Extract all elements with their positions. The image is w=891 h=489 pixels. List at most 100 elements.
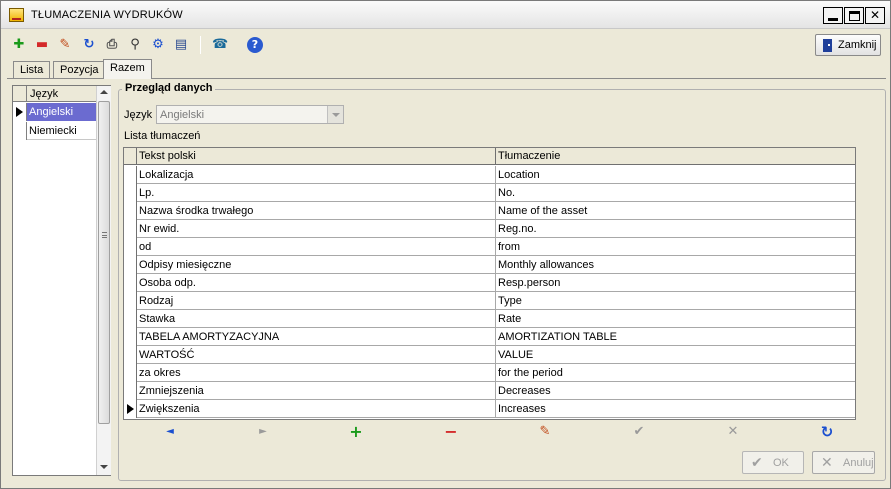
nav-prior-button[interactable]: ◄ (159, 424, 181, 440)
row-indicator (124, 292, 137, 310)
nav-cancel-button[interactable]: ✕ (722, 424, 744, 440)
table-row[interactable]: Lp. No. (124, 184, 855, 202)
door-icon (823, 39, 832, 52)
language-select[interactable]: Angielski (156, 105, 344, 124)
nav-refresh-button[interactable]: ↻ (816, 424, 838, 440)
minimize-button[interactable] (823, 7, 843, 24)
column-header-translation[interactable]: Tłumaczenie (496, 148, 855, 165)
polish-text-cell[interactable]: Lokalizacja (137, 166, 496, 184)
row-indicator-header (124, 148, 137, 165)
table-row[interactable]: Rodzaj Type (124, 292, 855, 310)
polish-text-cell[interactable]: za okres (137, 364, 496, 382)
translations-grid-header: Tekst polski Tłumaczenie (124, 148, 855, 165)
polish-text-cell[interactable]: Zmniejszenia (137, 382, 496, 400)
scroll-thumb[interactable] (98, 101, 110, 424)
table-row[interactable]: WARTOŚĆ VALUE (124, 346, 855, 364)
table-row[interactable]: Stawka Rate (124, 310, 855, 328)
translation-cell[interactable]: Type (496, 292, 855, 310)
nav-next-button[interactable]: ► (252, 424, 274, 440)
polish-text-cell[interactable]: WARTOŚĆ (137, 346, 496, 364)
table-row[interactable]: Osoba odp. Resp.person (124, 274, 855, 292)
table-row[interactable]: Zwiększenia Increases (124, 400, 855, 418)
translation-cell[interactable]: Resp.person (496, 274, 855, 292)
edit-icon[interactable]: ✎ (57, 37, 73, 53)
nav-insert-button[interactable]: + (345, 424, 367, 440)
polish-text-cell[interactable]: Nazwa środka trwałego (137, 202, 496, 220)
current-row-icon (16, 107, 23, 117)
polish-text-cell[interactable]: Odpisy miesięczne (137, 256, 496, 274)
language-scrollbar[interactable] (96, 86, 111, 475)
table-row[interactable]: za okres for the period (124, 364, 855, 382)
table-row[interactable]: TABELA AMORTYZACYJNA AMORTIZATION TABLE (124, 328, 855, 346)
language-row[interactable]: Niemiecki (13, 122, 96, 140)
language-column-header[interactable]: Język (30, 88, 58, 100)
column-header-polish[interactable]: Tekst polski (137, 148, 496, 165)
translation-cell[interactable]: VALUE (496, 346, 855, 364)
columns-icon[interactable]: ▤ (173, 37, 189, 53)
scroll-down-icon[interactable] (100, 465, 108, 469)
polish-text-cell[interactable]: Rodzaj (137, 292, 496, 310)
title-bar: TŁUMACZENIA WYDRUKÓW ✕ (1, 1, 890, 29)
filter-icon[interactable]: ⚙ (150, 37, 166, 53)
search-icon[interactable]: ⚲ (127, 37, 143, 53)
row-indicator (124, 220, 137, 238)
table-row[interactable]: Zmniejszenia Decreases (124, 382, 855, 400)
translation-cell[interactable]: Name of the asset (496, 202, 855, 220)
help-icon[interactable]: ? (247, 37, 263, 53)
translation-cell[interactable]: Rate (496, 310, 855, 328)
translation-cell[interactable]: Reg.no. (496, 220, 855, 238)
print-icon[interactable]: ⎙ (104, 37, 120, 53)
nav-edit-button[interactable]: ✎ (534, 424, 556, 440)
polish-text-cell[interactable]: Lp. (137, 184, 496, 202)
polish-text-cell[interactable]: Zwiększenia (137, 400, 496, 418)
nav-post-button[interactable]: ✔ (628, 424, 650, 440)
tab-lista[interactable]: Lista (13, 61, 51, 78)
close-button[interactable]: Zamknij (815, 34, 881, 56)
close-window-button[interactable]: ✕ (865, 7, 885, 24)
chevron-down-icon[interactable] (327, 106, 343, 123)
maximize-button[interactable] (844, 7, 864, 24)
ok-button-label: OK (773, 457, 789, 469)
add-icon[interactable]: ✚ (11, 37, 27, 53)
translation-cell[interactable]: Location (496, 166, 855, 184)
table-row[interactable]: Nr ewid. Reg.no. (124, 220, 855, 238)
polish-text-cell[interactable]: TABELA AMORTYZACYJNA (137, 328, 496, 346)
table-row[interactable]: od from (124, 238, 855, 256)
language-cell[interactable]: Angielski (27, 103, 96, 121)
language-label: Język (124, 109, 153, 121)
tab-razem[interactable]: Razem (103, 59, 152, 79)
row-indicator (124, 202, 137, 220)
language-row[interactable]: Angielski (13, 103, 96, 121)
translation-cell[interactable]: Monthly allowances (496, 256, 855, 274)
table-row[interactable]: Lokalizacja Location (124, 166, 855, 184)
tab-pozycja[interactable]: Pozycja (53, 61, 106, 78)
table-row[interactable]: Nazwa środka trwałego Name of the asset (124, 202, 855, 220)
group-title: Przegląd danych (122, 82, 216, 94)
row-indicator (124, 238, 137, 256)
translation-cell[interactable]: No. (496, 184, 855, 202)
nav-delete-button[interactable]: − (440, 424, 462, 440)
translation-cell[interactable]: AMORTIZATION TABLE (496, 328, 855, 346)
polish-text-cell[interactable]: od (137, 238, 496, 256)
ok-button[interactable]: ✔ OK (742, 451, 804, 474)
tab-label: Lista (20, 64, 44, 76)
row-indicator (124, 310, 137, 328)
scroll-up-icon[interactable] (100, 90, 108, 94)
language-cell[interactable]: Niemiecki (27, 122, 96, 140)
list-label: Lista tłumaczeń (124, 130, 201, 142)
polish-text-cell[interactable]: Nr ewid. (137, 220, 496, 238)
translation-cell[interactable]: Increases (496, 400, 855, 418)
cancel-button[interactable]: ✕ Anuluj (812, 451, 875, 474)
table-row[interactable]: Odpisy miesięczne Monthly allowances (124, 256, 855, 274)
translation-cell[interactable]: from (496, 238, 855, 256)
phone-icon[interactable]: ☎ (212, 37, 228, 53)
polish-text-cell[interactable]: Osoba odp. (137, 274, 496, 292)
polish-text-cell[interactable]: Stawka (137, 310, 496, 328)
translation-cell[interactable]: Decreases (496, 382, 855, 400)
delete-icon[interactable]: ▬ (34, 37, 50, 53)
check-icon: ✔ (751, 455, 763, 471)
cancel-button-label: Anuluj (843, 457, 874, 469)
row-indicator (124, 184, 137, 202)
refresh-icon[interactable]: ↻ (81, 37, 97, 53)
translation-cell[interactable]: for the period (496, 364, 855, 382)
